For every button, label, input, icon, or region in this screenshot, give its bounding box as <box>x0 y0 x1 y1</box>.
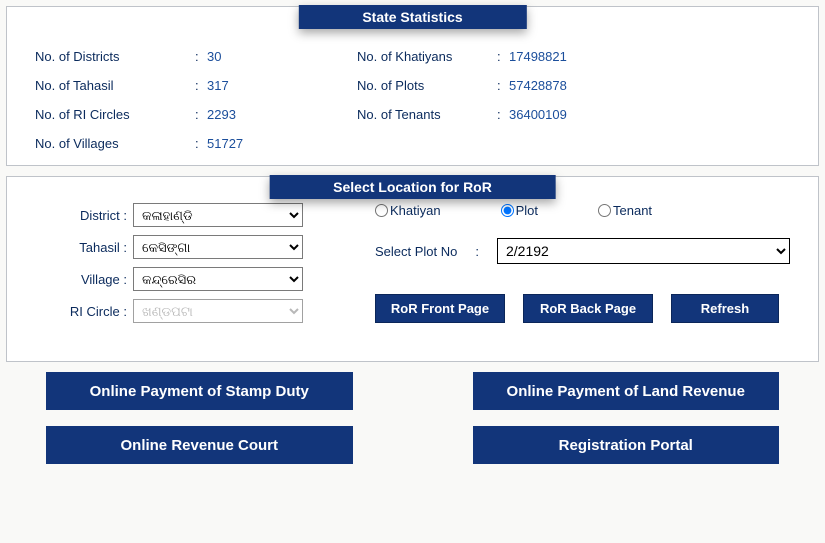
tahasil-select[interactable]: କେସିଙ୍ଗା <box>133 235 303 259</box>
ror-front-page-button[interactable]: RoR Front Page <box>375 294 505 323</box>
radio-khatiyan[interactable]: Khatiyan <box>375 203 441 218</box>
districts-value: 30 <box>207 49 357 64</box>
villages-label: No. of Villages <box>35 136 195 151</box>
ri-circles-value: 2293 <box>207 107 357 122</box>
ri-circle-select: ଖଣ୍ଡପଟା <box>133 299 303 323</box>
registration-portal-button[interactable]: Registration Portal <box>473 426 780 464</box>
radio-tenant[interactable]: Tenant <box>598 203 652 218</box>
radio-plot[interactable]: Plot <box>501 203 538 218</box>
select-banner: Select Location for RoR <box>269 175 556 199</box>
plot-radio-input[interactable] <box>501 204 514 217</box>
tahasil-form-label: Tahasil <box>35 240 127 255</box>
location-dropdowns: District କଳାହାଣ୍ଡି Tahasil କେସିଙ୍ଗା Vill… <box>35 203 345 331</box>
land-revenue-button[interactable]: Online Payment of Land Revenue <box>473 372 780 410</box>
refresh-button[interactable]: Refresh <box>671 294 779 323</box>
stats-grid: No. of Districts : 30 No. of Khatiyans :… <box>35 49 790 151</box>
revenue-court-button[interactable]: Online Revenue Court <box>46 426 353 464</box>
plots-value: 57428878 <box>509 78 790 93</box>
village-select[interactable]: କନ୍ଦ୍ରେସିର <box>133 267 303 291</box>
plot-no-select[interactable]: 2/2192 <box>497 238 790 264</box>
ror-back-page-button[interactable]: RoR Back Page <box>523 294 653 323</box>
ri-circles-label: No. of RI Circles <box>35 107 195 122</box>
district-label: District <box>35 208 127 223</box>
villages-value: 51727 <box>207 136 357 151</box>
stats-banner: State Statistics <box>298 5 526 29</box>
stamp-duty-button[interactable]: Online Payment of Stamp Duty <box>46 372 353 410</box>
village-label: Village <box>35 272 127 287</box>
khatiyans-label: No. of Khatiyans <box>357 49 497 64</box>
khatiyans-value: 17498821 <box>509 49 790 64</box>
state-statistics-card: State Statistics No. of Districts : 30 N… <box>6 6 819 166</box>
select-location-card: Select Location for RoR District କଳାହାଣ୍… <box>6 176 819 362</box>
right-pane: Khatiyan Plot Tenant Select Plot No : 2/… <box>375 203 790 331</box>
plots-label: No. of Plots <box>357 78 497 93</box>
tenants-value: 36400109 <box>509 107 790 122</box>
district-select[interactable]: କଳାହାଣ୍ଡି <box>133 203 303 227</box>
plot-no-label: Select Plot No <box>375 244 457 259</box>
ri-circle-label: RI Circle <box>35 304 127 319</box>
tenants-label: No. of Tenants <box>357 107 497 122</box>
districts-label: No. of Districts <box>35 49 195 64</box>
tenant-radio-input[interactable] <box>598 204 611 217</box>
tahasil-label: No. of Tahasil <box>35 78 195 93</box>
tahasil-value: 317 <box>207 78 357 93</box>
khatiyan-radio-input[interactable] <box>375 204 388 217</box>
footer-buttons: Online Payment of Stamp Duty Online Paym… <box>6 372 819 464</box>
